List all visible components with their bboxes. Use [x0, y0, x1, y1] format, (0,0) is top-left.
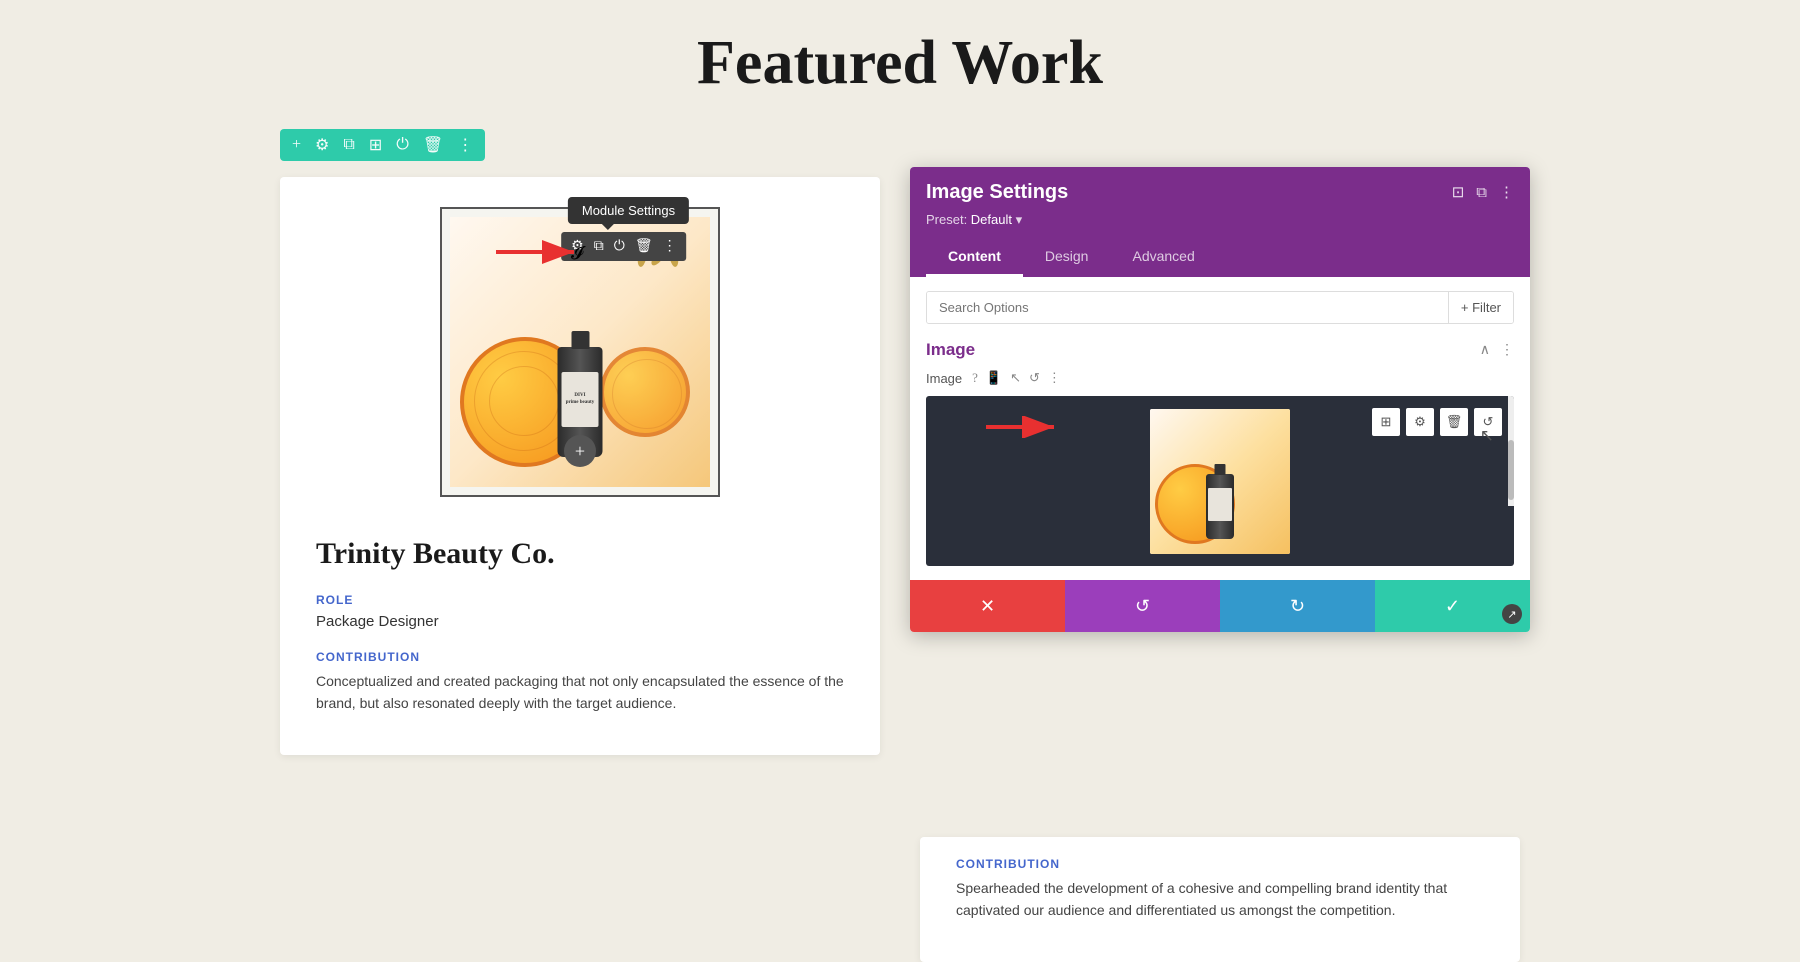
page-wrapper: Featured Work + ⚙ ⧉ ⊞ ⏻ 🗑 ⋮ Module Setti…	[0, 0, 1800, 962]
cards-row: Module Settings ⚙ ⧉ ⏻ 🗑 ⋮	[280, 177, 1520, 962]
section-toolbar: + ⚙ ⧉ ⊞ ⏻ 🗑 ⋮	[280, 129, 485, 161]
card-content: Trinity Beauty Co. ROLE Package Designer…	[280, 517, 880, 715]
section-collapse-icon[interactable]: ∧	[1480, 342, 1490, 359]
section-name: Image	[926, 340, 975, 360]
cursor-hand: 𝓘	[571, 243, 583, 264]
search-bar: + Filter	[926, 291, 1514, 324]
settings-panel: Image Settings ⊡ ⧉ ⋮ Preset: Default ▾ C…	[910, 167, 1530, 632]
preset-value: Default	[971, 212, 1012, 227]
toolbar-settings-icon[interactable]: ⚙	[315, 135, 329, 155]
redo-button[interactable]: ↻	[1220, 580, 1375, 632]
img-edit-button[interactable]: ⊞	[1372, 408, 1400, 436]
red-arrow-right	[986, 416, 1066, 443]
scrollbar-track	[1508, 396, 1514, 506]
toolbar-delete-icon[interactable]: 🗑	[423, 135, 443, 155]
card-image-wrapper: Module Settings ⚙ ⧉ ⏻ 🗑 ⋮	[280, 177, 880, 517]
toolbar-duplicate-icon[interactable]: ⧉	[343, 136, 354, 154]
section-controls: ∧ ⋮	[1480, 342, 1514, 359]
tab-design[interactable]: Design	[1023, 238, 1111, 277]
image-field-label: Image	[926, 371, 962, 386]
more-field-icon[interactable]: ⋮	[1048, 370, 1061, 386]
toolbar-power-icon[interactable]: ⏻	[396, 136, 409, 154]
help-icon[interactable]: ?	[972, 370, 978, 386]
mini-more-icon[interactable]: ⋮	[663, 238, 677, 255]
resize-handle[interactable]: ↗	[1502, 604, 1522, 624]
card-title: Trinity Beauty Co.	[316, 537, 844, 571]
toolbar-add-icon[interactable]: +	[292, 136, 301, 154]
scrollbar-thumb[interactable]	[1508, 440, 1514, 500]
contribution-text-left: Conceptualized and created packaging tha…	[316, 670, 844, 715]
settings-split-icon[interactable]: ⧉	[1476, 184, 1487, 202]
image-section-header: Image ∧ ⋮	[926, 340, 1514, 360]
undo-button[interactable]: ↺	[1065, 580, 1220, 632]
toolbar-grid-icon[interactable]: ⊞	[369, 135, 382, 155]
cancel-button[interactable]: ✕	[910, 580, 1065, 632]
contribution-text-right: Spearheaded the development of a cohesiv…	[956, 877, 1484, 922]
settings-preset: Preset: Default ▾	[926, 212, 1514, 228]
action-bar: ✕ ↺ ↻ ✓	[910, 580, 1530, 632]
settings-title: Image Settings	[926, 181, 1068, 204]
settings-fullscreen-icon[interactable]: ⊡	[1452, 183, 1465, 202]
tab-content[interactable]: Content	[926, 238, 1023, 277]
tab-advanced[interactable]: Advanced	[1110, 238, 1216, 277]
filter-button[interactable]: + Filter	[1448, 292, 1513, 323]
cursor-icon[interactable]: ↖	[1010, 370, 1021, 386]
card-left: Module Settings ⚙ ⧉ ⏻ 🗑 ⋮	[280, 177, 880, 755]
image-field-icons: ? 📱 ↖ ↺ ⋮	[972, 370, 1061, 386]
settings-body: + Filter Image ∧ ⋮ Image ?	[910, 277, 1530, 580]
image-field-row: Image ? 📱 ↖ ↺ ⋮	[926, 370, 1514, 386]
page-title: Featured Work	[280, 0, 1520, 129]
img-delete-button[interactable]: 🗑	[1440, 408, 1468, 436]
module-settings-tooltip: Module Settings	[568, 197, 689, 224]
undo-field-icon[interactable]: ↺	[1029, 370, 1040, 386]
mobile-icon[interactable]: 📱	[986, 370, 1002, 386]
toolbar-more-icon[interactable]: ⋮	[457, 135, 473, 155]
role-value: Package Designer	[316, 613, 844, 630]
section-more-icon[interactable]: ⋮	[1500, 342, 1514, 359]
settings-more-icon[interactable]: ⋮	[1499, 183, 1514, 202]
card-right: CONTRIBUTION Spearheaded the development…	[920, 837, 1520, 962]
orange-slice-medium	[600, 347, 690, 437]
card-right-wrapper: Image Settings ⊡ ⧉ ⋮ Preset: Default ▾ C…	[920, 177, 1520, 962]
settings-tabs: Content Design Advanced	[926, 238, 1514, 277]
mini-power-icon[interactable]: ⏻	[614, 239, 625, 255]
contribution-label-left: CONTRIBUTION	[316, 650, 844, 664]
cursor-hand-right: ↖	[1480, 426, 1494, 446]
search-input[interactable]	[927, 292, 1448, 323]
card-plus-button[interactable]: +	[564, 435, 596, 467]
img-settings-button[interactable]: ⚙	[1406, 408, 1434, 436]
contribution-label-right: CONTRIBUTION	[956, 857, 1484, 871]
mini-duplicate-icon[interactable]: ⧉	[594, 239, 604, 255]
settings-header-icons: ⊡ ⧉ ⋮	[1452, 183, 1514, 202]
settings-header: Image Settings ⊡ ⧉ ⋮ Preset: Default ▾ C…	[910, 167, 1530, 277]
bottle-label-text: DIVIprime beauty	[566, 393, 594, 406]
role-label: ROLE	[316, 593, 844, 607]
card-right-content: CONTRIBUTION Spearheaded the development…	[920, 837, 1520, 922]
settings-header-top: Image Settings ⊡ ⧉ ⋮	[926, 181, 1514, 204]
image-preview-inner	[1150, 409, 1290, 554]
mini-delete-icon[interactable]: 🗑	[635, 238, 653, 255]
image-preview: ⊞ ⚙ 🗑 ↺ ↖	[926, 396, 1514, 566]
